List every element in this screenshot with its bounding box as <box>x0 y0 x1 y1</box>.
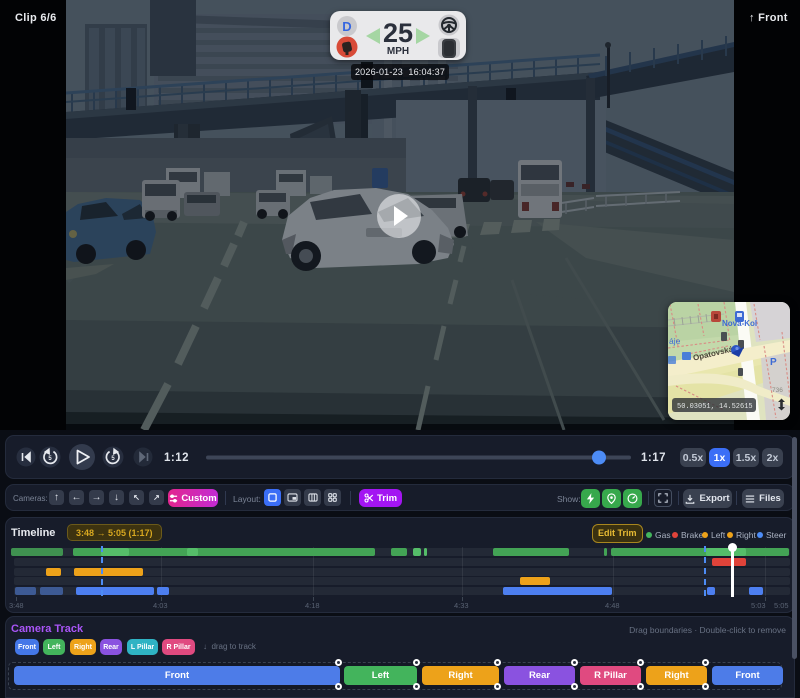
svg-text:Nová-Kol: Nová-Kol <box>722 319 757 328</box>
svg-text:áje: áje <box>669 336 681 346</box>
svg-text:1:12: 1:12 <box>164 452 189 464</box>
svg-text:P: P <box>770 357 777 368</box>
svg-text:736: 736 <box>772 387 783 394</box>
svg-text:D: D <box>342 19 351 34</box>
svg-text:1:17: 1:17 <box>641 452 666 464</box>
svg-text:25: 25 <box>383 18 413 48</box>
svg-text:50.03051, 14.52615: 50.03051, 14.52615 <box>677 403 753 411</box>
svg-text:MPH: MPH <box>387 46 409 57</box>
